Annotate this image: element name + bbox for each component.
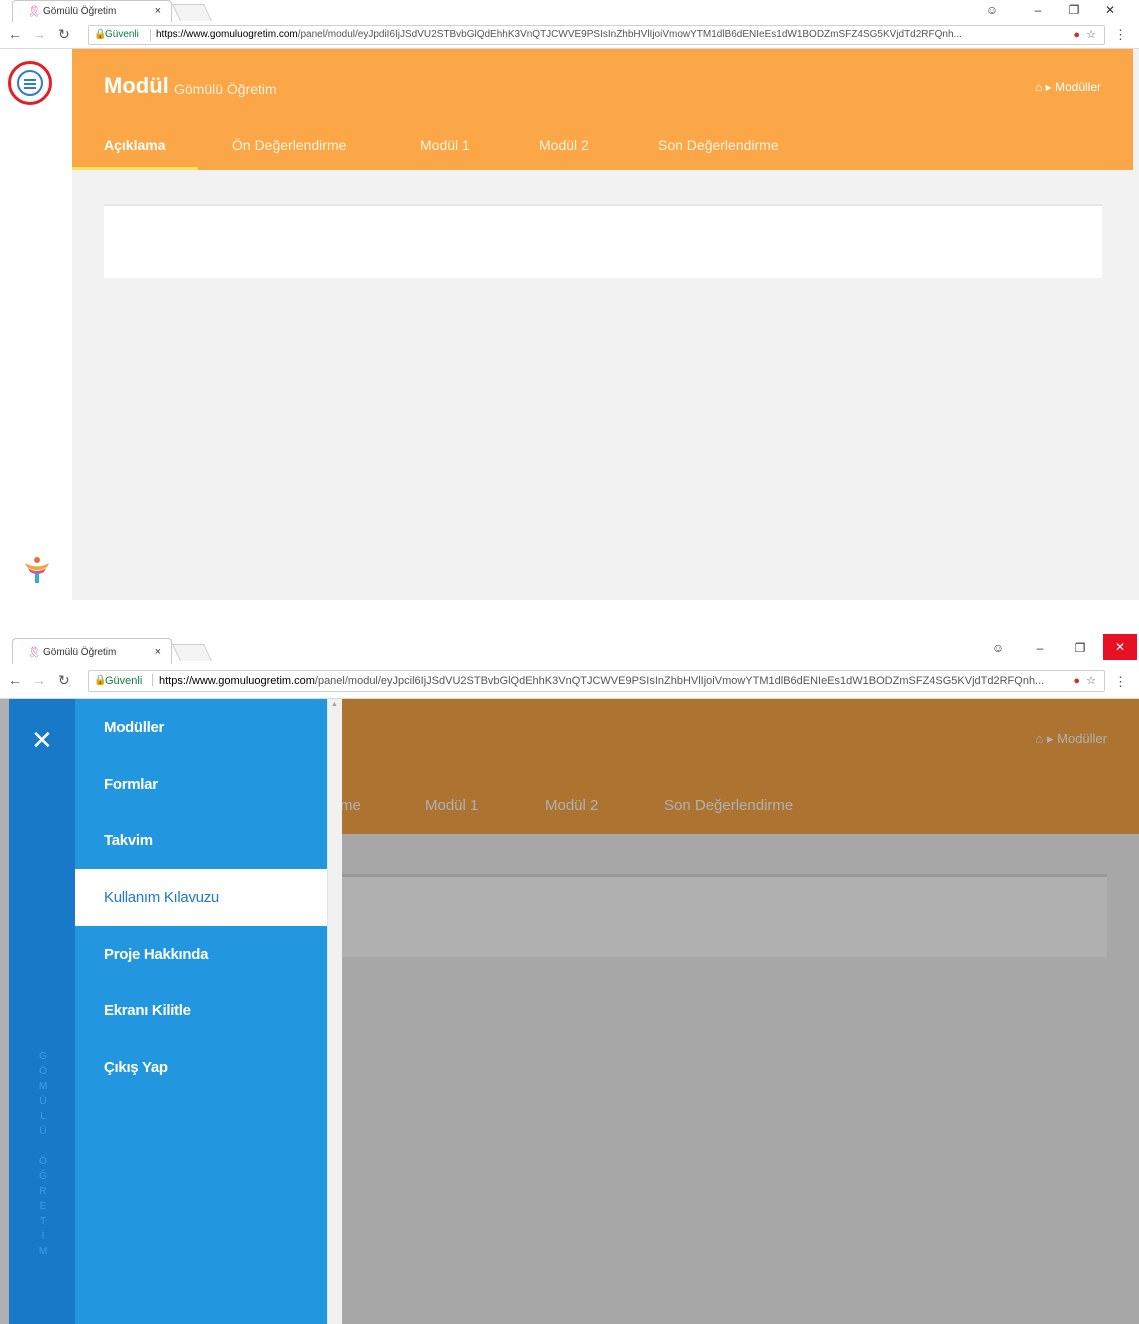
hamburger-menu-icon[interactable] (17, 70, 43, 96)
tab-son-degerlendirme[interactable]: Son Değerlendirme (658, 137, 779, 153)
address-bar[interactable]: 🔒 Güvenli https://www.gomuluogretim.com/… (88, 670, 1105, 692)
address-separator (152, 674, 153, 686)
tab-strip: 🎗 Gömülü Öğretim × ☺ – ❐ ✕ (0, 628, 1139, 664)
page-body: ⌂ ▸ Modüller me Modül 1 Modül 2 Son Değe… (0, 699, 1139, 1324)
address-separator (150, 29, 151, 41)
bookmark-star-icon[interactable]: ☆ (1086, 671, 1096, 691)
restore-icon[interactable]: ❐ (1065, 638, 1095, 660)
address-toolbar: ← → ↻ 🔒 Güvenli https://www.gomuluogreti… (0, 664, 1139, 699)
home-icon[interactable]: ⌂ (1035, 80, 1042, 94)
module-header: Modül Gömülü Öğretim ⌂ ▸ Modüller Açıkla… (72, 49, 1133, 170)
new-tab-button[interactable] (172, 644, 212, 661)
url-text: https://www.gomuluogretim.com/panel/modu… (156, 29, 962, 40)
menu-item-kullanim-kilavuzu[interactable]: Kullanım Kılavuzu (75, 869, 327, 926)
reload-icon[interactable]: ↻ (58, 26, 70, 43)
brand-letter: M (38, 1246, 48, 1257)
tab-on-degerlendirme[interactable]: Ön Değerlendirme (232, 137, 346, 153)
address-toolbar: ← → ↻ 🔒 Güvenli https://www.gomuluogreti… (0, 22, 1139, 49)
tab-close-icon[interactable]: × (155, 5, 161, 17)
reload-icon[interactable]: ↻ (58, 672, 70, 689)
menu-item-proje-hakkinda[interactable]: Proje Hakkında (75, 926, 327, 983)
secure-label: Güvenli (105, 29, 139, 40)
brand-letter: L (40, 1111, 46, 1122)
screenshot-normal: 🎗 Gömülü Öğretim × ☺ – ❐ ✕ ← → ↻ 🔒 Güven… (0, 0, 1139, 600)
profile-icon[interactable]: ☺ (983, 638, 1013, 660)
brand-letter: R (39, 1186, 47, 1197)
side-menu: Modüller Formlar Takvim Kullanım Kılavuz… (75, 699, 327, 1324)
menu-item-ekrani-kilitle[interactable]: Ekranı Kilitle (75, 982, 327, 1039)
menu-item-takvim[interactable]: Takvim (75, 812, 327, 869)
forward-icon[interactable]: → (32, 672, 46, 688)
brand-letter: Ğ (39, 1171, 47, 1182)
extension-icon[interactable]: ● (1073, 671, 1080, 691)
chrome-menu-icon[interactable]: ⋮ (1114, 674, 1127, 690)
profile-icon[interactable]: ☺ (977, 0, 1007, 22)
left-icon-strip (0, 49, 72, 600)
secure-label: Güvenli (105, 675, 143, 687)
tab-title: Gömülü Öğretim (43, 647, 117, 658)
tab-modul-2[interactable]: Modül 2 (539, 137, 589, 153)
brand-letter: Ü (39, 1096, 47, 1107)
side-nav-rail: ✕ G Ö M Ü L Ü Ö Ğ R E T İ M (9, 699, 75, 1324)
close-window-icon[interactable]: ✕ (1095, 0, 1125, 22)
browser-tab[interactable]: 🎗 Gömülü Öğretim × (12, 638, 172, 664)
page-body: Modül Gömülü Öğretim ⌂ ▸ Modüller Açıkla… (0, 49, 1139, 600)
brand-letter: Ö (39, 1066, 47, 1077)
tab-close-icon[interactable]: × (155, 646, 161, 658)
breadcrumb-modules[interactable]: Modüller (1055, 80, 1101, 94)
brand-logo-icon (22, 554, 52, 591)
brand-letter: Ö (39, 1156, 47, 1167)
screenshot-menu-open: 🎗 Gömülü Öğretim × ☺ – ❐ ✕ ← → ↻ 🔒 Güven… (0, 628, 1139, 1324)
content-card (104, 204, 1102, 278)
site-favicon-icon: 🎗 (27, 6, 41, 18)
tab-aciklama[interactable]: Açıklama (104, 137, 165, 153)
back-icon[interactable]: ← (8, 672, 22, 688)
page-title: Modül (104, 73, 169, 98)
close-window-icon[interactable]: ✕ (1103, 634, 1137, 660)
tab-title: Gömülü Öğretim (43, 6, 117, 17)
tab-modul-1[interactable]: Modül 1 (420, 137, 470, 153)
back-icon[interactable]: ← (8, 26, 22, 42)
address-bar[interactable]: 🔒 Güvenli https://www.gomuluogretim.com/… (88, 25, 1105, 45)
vertical-brand-text: G Ö M Ü L Ü Ö Ğ R E T İ M (38, 1049, 48, 1259)
module-tabs: Açıklama Ön Değerlendirme Modül 1 Modül … (72, 129, 1133, 170)
minimize-icon[interactable]: – (1023, 0, 1053, 22)
forward-icon[interactable]: → (32, 26, 46, 42)
close-menu-icon[interactable]: ✕ (31, 727, 53, 753)
browser-tab[interactable]: 🎗 Gömülü Öğretim × (12, 0, 172, 22)
scroll-up-icon[interactable]: ▲ (331, 701, 338, 708)
url-text: https://www.gomuluogretim.com/panel/modu… (159, 675, 1045, 687)
brand-letter: Ü (39, 1126, 47, 1137)
tab-strip: 🎗 Gömülü Öğretim × ☺ – ❐ ✕ (0, 0, 1139, 22)
brand-letter: İ (41, 1231, 45, 1242)
brand-letter: E (39, 1201, 47, 1212)
restore-icon[interactable]: ❐ (1059, 0, 1089, 22)
brand-letter: M (38, 1081, 48, 1092)
menu-scrollbar[interactable]: ▲ (327, 699, 342, 1324)
active-tab-indicator (72, 167, 198, 170)
menu-toggle-highlight[interactable] (8, 61, 52, 105)
minimize-icon[interactable]: – (1025, 638, 1055, 660)
brand-letter: T (39, 1216, 47, 1227)
new-tab-button[interactable] (172, 4, 212, 21)
chrome-menu-icon[interactable]: ⋮ (1114, 27, 1127, 43)
extension-icon[interactable]: ● (1073, 26, 1080, 44)
menu-item-formlar[interactable]: Formlar (75, 756, 327, 813)
bookmark-star-icon[interactable]: ☆ (1086, 26, 1096, 44)
site-favicon-icon: 🎗 (27, 647, 41, 659)
breadcrumb[interactable]: ⌂ ▸ Modüller (1035, 80, 1101, 94)
menu-item-cikis-yap[interactable]: Çıkış Yap (75, 1039, 327, 1096)
menu-item-moduller[interactable]: Modüller (75, 699, 327, 756)
page-subtitle: Gömülü Öğretim (174, 81, 277, 97)
brand-letter-gap (38, 1139, 48, 1154)
brand-letter: G (39, 1051, 47, 1062)
